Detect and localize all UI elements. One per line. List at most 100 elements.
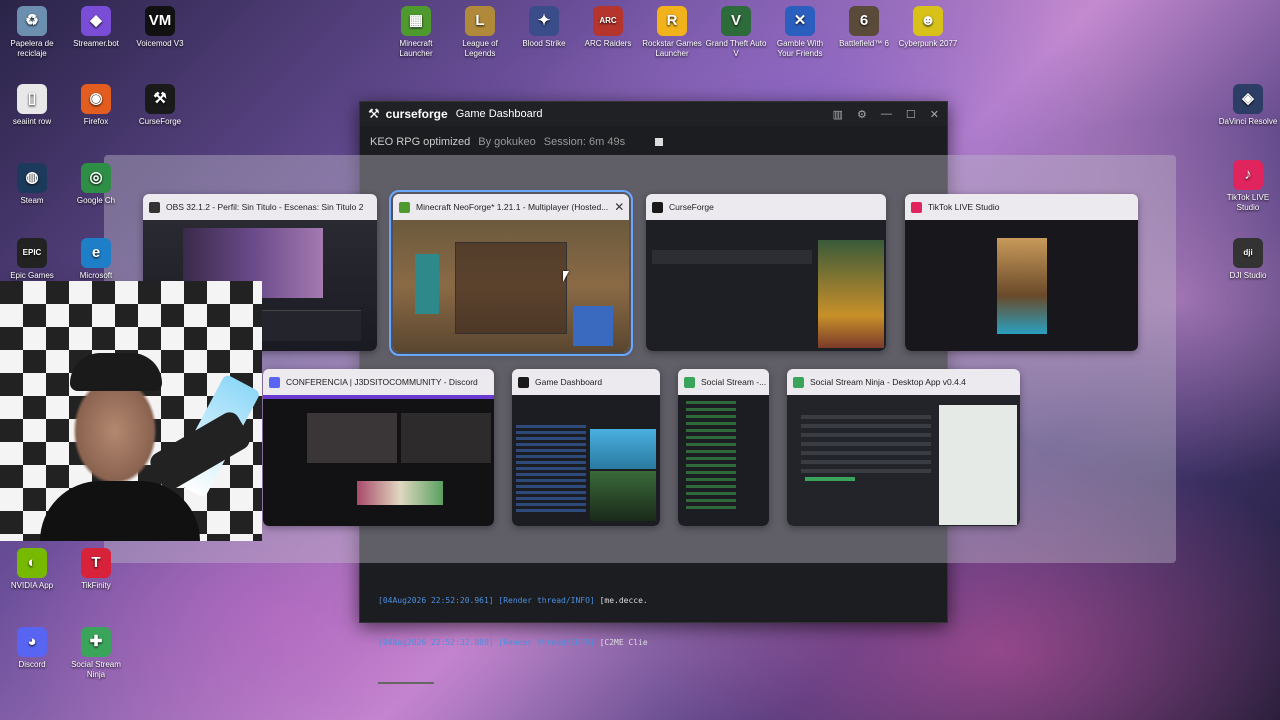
desktop-shortcut-label: Papelera de reciclaje bbox=[10, 39, 54, 58]
task-card-discord[interactable]: CONFERENCIA | J3DSITOCOMMUNITY - Discord bbox=[263, 369, 494, 526]
desktop-shortcut[interactable]: ARC ARC Raiders bbox=[576, 6, 640, 49]
console-line: [04Aug2026 22:52:20.961] [Render thread/… bbox=[378, 596, 648, 605]
gear-icon[interactable]: ⚙ bbox=[857, 108, 867, 121]
desktop-shortcut[interactable]: ▯ seaiint row bbox=[0, 84, 64, 127]
desktop-shortcut-label: Voicemod V3 bbox=[136, 39, 184, 48]
discord-icon: ◕ bbox=[17, 627, 47, 657]
tiktok-icon: ♪ bbox=[1233, 160, 1263, 190]
text-file-icon: ▯ bbox=[17, 84, 47, 114]
layout-icon[interactable]: ▥ bbox=[833, 108, 843, 121]
task-card-title: Social Stream -... bbox=[701, 377, 767, 387]
social-stream-icon bbox=[793, 376, 804, 388]
battlefield-icon: 6 bbox=[849, 6, 879, 36]
task-card-title: Minecraft NeoForge* 1.21.1 - Multiplayer… bbox=[416, 202, 609, 212]
maximize-button[interactable]: ☐ bbox=[906, 108, 916, 121]
cyberpunk-icon: ☻ bbox=[913, 6, 943, 36]
epic-icon: EPIC bbox=[17, 238, 47, 268]
desktop-shortcut[interactable]: ♻ Papelera de reciclaje bbox=[0, 6, 64, 59]
desktop-shortcut-label: Grand Theft Auto V bbox=[705, 39, 767, 58]
close-icon[interactable]: ✕ bbox=[614, 200, 624, 214]
desktop-shortcut-label: CurseForge bbox=[138, 117, 182, 126]
desktop-shortcut[interactable]: R Rockstar Games Launcher bbox=[640, 6, 704, 59]
desktop-shortcut[interactable]: ◉ Firefox bbox=[64, 84, 128, 127]
task-card-curseforge[interactable]: CurseForge bbox=[646, 194, 886, 351]
nvidia-icon: ◐ bbox=[17, 548, 47, 578]
desktop-shortcut-label: Battlefield™ 6 bbox=[839, 39, 889, 48]
desktop-shortcut[interactable]: ♪ TikTok LIVE Studio bbox=[1216, 160, 1280, 213]
window-titlebar[interactable]: ⚒ curseforge Game Dashboard ▥ ⚙ — ☐ ✕ bbox=[360, 102, 947, 126]
desktop-shortcut-label: Minecraft Launcher bbox=[399, 39, 433, 58]
window-thumbnail bbox=[905, 220, 1138, 351]
desktop-shortcut[interactable]: VM Voicemod V3 bbox=[128, 6, 192, 49]
desktop-shortcut-label: Google Ch bbox=[76, 196, 116, 205]
desktop-shortcut-label: DJI Studio bbox=[1229, 271, 1267, 280]
task-card-minecraft[interactable]: Minecraft NeoForge* 1.21.1 - Multiplayer… bbox=[389, 190, 633, 356]
desktop-shortcut-label: Discord bbox=[18, 660, 46, 669]
desktop-shortcut[interactable]: EPIC Epic Games bbox=[0, 238, 64, 281]
desktop-shortcut-label: DaVinci Resolve bbox=[1218, 117, 1278, 126]
minimize-button[interactable]: — bbox=[881, 108, 892, 121]
curseforge-logo-icon: ⚒ bbox=[368, 106, 380, 121]
desktop-shortcut[interactable]: T TikFinity bbox=[64, 548, 128, 591]
mouse-cursor bbox=[563, 271, 569, 282]
steam-icon: ◍ bbox=[17, 163, 47, 193]
desktop-shortcut[interactable]: V Grand Theft Auto V bbox=[704, 6, 768, 59]
session-time: Session: 6m 49s bbox=[543, 136, 626, 148]
desktop-shortcut[interactable]: ◆ Streamer.bot bbox=[64, 6, 128, 49]
bloodstrike-icon: ✦ bbox=[529, 6, 559, 36]
desktop-shortcut[interactable]: ✕ Gamble With Your Friends bbox=[768, 6, 832, 59]
window-thumbnail bbox=[263, 395, 494, 526]
task-card-title: TikTok LIVE Studio bbox=[928, 202, 1000, 212]
desktop-shortcut[interactable]: ◍ Steam bbox=[0, 163, 64, 206]
voicemod-icon: VM bbox=[145, 6, 175, 36]
stop-button[interactable] bbox=[655, 138, 664, 146]
profile-author: By gokukeo bbox=[478, 136, 536, 148]
curseforge-icon bbox=[518, 376, 529, 388]
social-stream-icon: ✚ bbox=[81, 627, 111, 657]
desktop-shortcut-label: Cyberpunk 2077 bbox=[898, 39, 958, 48]
minecraft-icon: ▦ bbox=[401, 6, 431, 36]
desktop-shortcut[interactable]: ✦ Blood Strike bbox=[512, 6, 576, 49]
task-card-game-dashboard[interactable]: Game Dashboard bbox=[512, 369, 660, 526]
desktop-shortcut-label: Steam bbox=[20, 196, 44, 205]
desktop-shortcut[interactable]: 6 Battlefield™ 6 bbox=[832, 6, 896, 49]
task-card-social-stream[interactable]: Social Stream -... bbox=[678, 369, 769, 526]
desktop-shortcut[interactable]: ☻ Cyberpunk 2077 bbox=[896, 6, 960, 49]
task-card-title: CONFERENCIA | J3DSITOCOMMUNITY - Discord bbox=[286, 377, 478, 387]
recycle-bin-icon: ♻ bbox=[17, 6, 47, 36]
task-card-title: OBS 32.1.2 - Perfil: Sin Titulo - Escena… bbox=[166, 202, 364, 212]
desktop-shortcut[interactable]: ⚒ CurseForge bbox=[128, 84, 192, 127]
console-output: [04Aug2026 22:52:20.961] [Render thread/… bbox=[378, 566, 648, 712]
social-stream-icon bbox=[684, 376, 695, 388]
desktop-shortcut-label: ARC Raiders bbox=[584, 39, 632, 48]
desktop-shortcut[interactable]: ◈ DaVinci Resolve bbox=[1216, 84, 1280, 127]
desktop-shortcut-label: TikTok LIVE Studio bbox=[1226, 193, 1270, 212]
desktop-shortcut[interactable]: ◕ Discord bbox=[0, 627, 64, 670]
task-card-tiktok[interactable]: TikTok LIVE Studio bbox=[905, 194, 1138, 351]
desktop-shortcut-label: Rockstar Games Launcher bbox=[642, 39, 702, 58]
rockstar-icon: R bbox=[657, 6, 687, 36]
desktop-shortcut[interactable]: dji DJI Studio bbox=[1216, 238, 1280, 281]
task-card-social-stream-ninja[interactable]: Social Stream Ninja - Desktop App v0.4.4 bbox=[787, 369, 1020, 526]
desktop-shortcut[interactable]: e Microsoft bbox=[64, 238, 128, 281]
console-scrollbar[interactable] bbox=[378, 682, 434, 684]
desktop-shortcut[interactable]: ▦ Minecraft Launcher bbox=[384, 6, 448, 59]
tiktok-icon bbox=[911, 201, 922, 213]
session-bar: KEO RPG optimized By gokukeo Session: 6m… bbox=[360, 126, 947, 158]
chrome-icon: ◎ bbox=[81, 163, 111, 193]
tikfinity-icon: T bbox=[81, 548, 111, 578]
firefox-icon: ◉ bbox=[81, 84, 111, 114]
window-thumbnail bbox=[678, 395, 769, 526]
league-icon: L bbox=[465, 6, 495, 36]
dji-icon: dji bbox=[1233, 238, 1263, 268]
curseforge-icon: ⚒ bbox=[145, 84, 175, 114]
desktop-shortcut[interactable]: ✚ Social Stream Ninja bbox=[64, 627, 128, 680]
desktop-shortcut[interactable]: L League of Legends bbox=[448, 6, 512, 59]
desktop-shortcut[interactable]: ◐ NVIDIA App bbox=[0, 548, 64, 591]
app-name: curseforge bbox=[385, 107, 448, 121]
desktop-shortcut-label: NVIDIA App bbox=[10, 581, 54, 590]
window-thumbnail bbox=[646, 220, 886, 351]
close-button[interactable]: ✕ bbox=[930, 108, 939, 121]
discord-icon bbox=[269, 376, 280, 388]
desktop-shortcut[interactable]: ◎ Google Ch bbox=[64, 163, 128, 206]
